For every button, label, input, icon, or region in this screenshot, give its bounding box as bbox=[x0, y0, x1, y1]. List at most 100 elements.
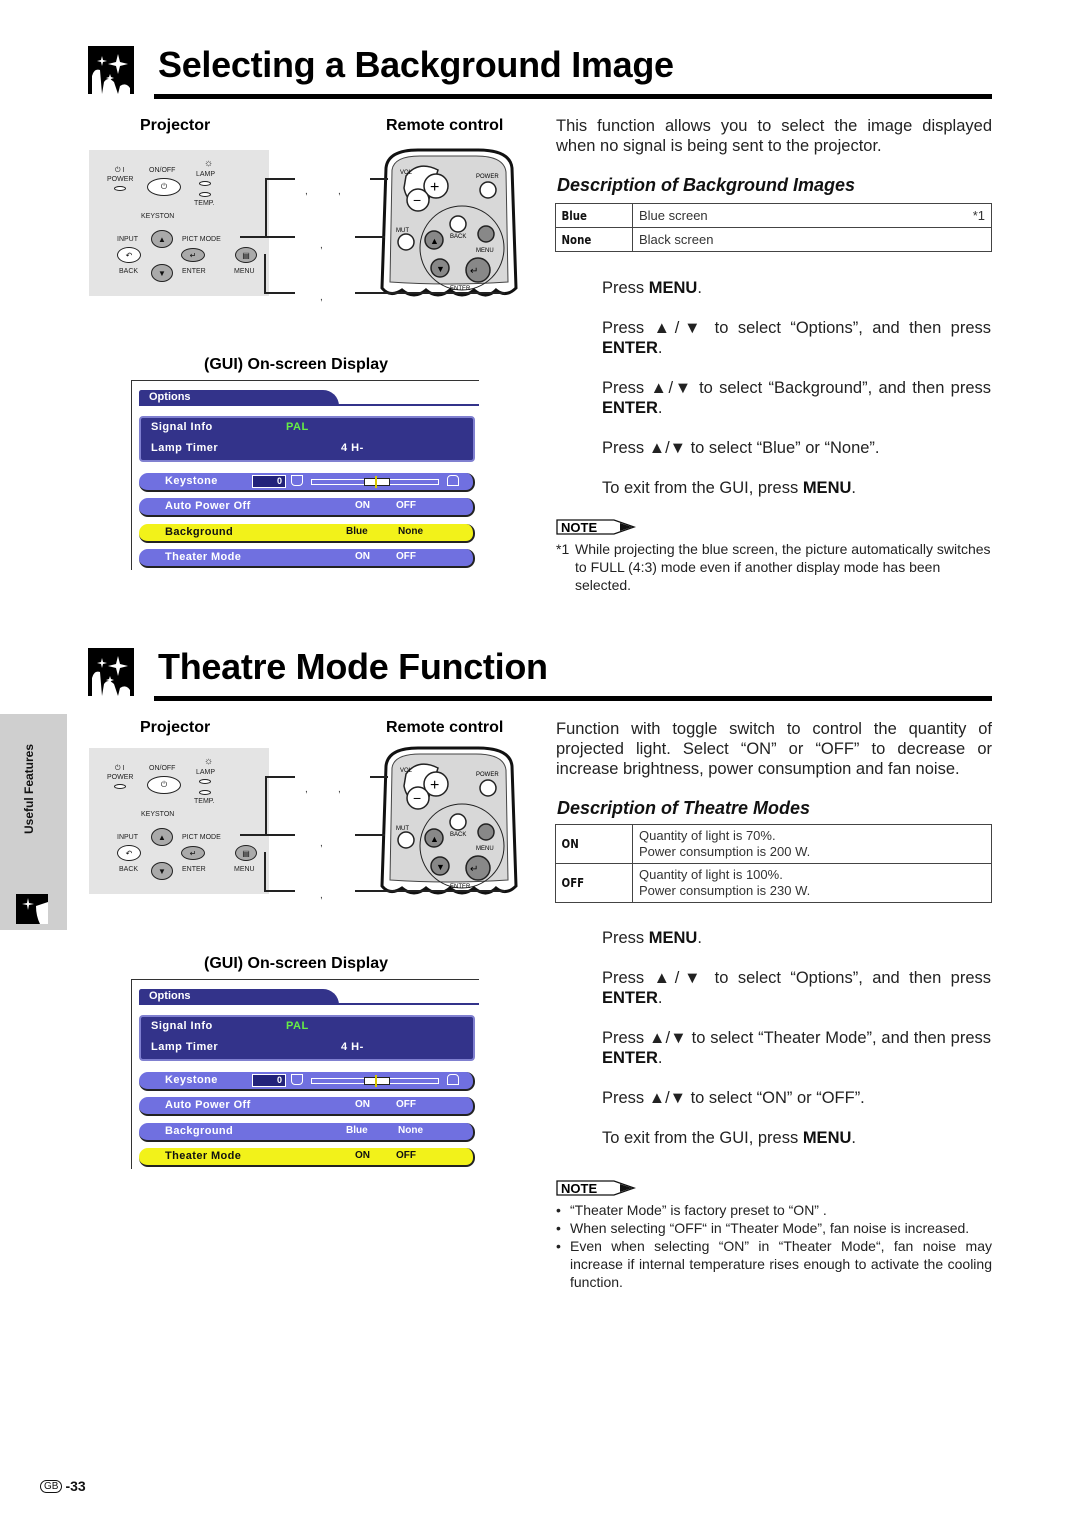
keystone-narrow-icon bbox=[291, 475, 303, 486]
keystone-slider[interactable] bbox=[311, 1075, 439, 1087]
menu-button[interactable]: ▤ bbox=[235, 247, 257, 263]
svg-text:BACK: BACK bbox=[450, 234, 466, 240]
lamp-led bbox=[199, 779, 211, 784]
power-symbol: ⏻ I bbox=[115, 167, 125, 174]
svg-text:▲: ▲ bbox=[430, 834, 439, 844]
svg-text:▼: ▼ bbox=[436, 862, 445, 872]
leader-line bbox=[240, 236, 295, 238]
table-row: Blue Blue screen *1 bbox=[555, 203, 992, 228]
step-5: To exit from the GUI, press MENU. bbox=[602, 479, 856, 497]
side-tab: Useful Features bbox=[0, 714, 67, 930]
lamp-icon: ☼ bbox=[204, 756, 214, 767]
keystone-wide-icon bbox=[447, 1074, 459, 1085]
svg-text:−: − bbox=[413, 790, 421, 806]
svg-text:▲: ▲ bbox=[430, 236, 439, 246]
leader-line bbox=[370, 178, 388, 180]
menu-item-auto-power-off[interactable]: Auto Power Off ON OFF bbox=[139, 498, 475, 517]
onoff-button[interactable]: ⏻ bbox=[147, 178, 181, 196]
intro-text: Function with toggle switch to control t… bbox=[556, 720, 992, 778]
options-tab[interactable]: Options bbox=[139, 390, 339, 406]
title-rule bbox=[154, 94, 992, 99]
back-label: BACK bbox=[119, 268, 139, 275]
lamp-timer-value: 4 H- bbox=[341, 442, 364, 454]
onoff-button[interactable]: ⏻ bbox=[147, 776, 181, 794]
menu-item-background[interactable]: Background Blue None bbox=[139, 524, 475, 543]
step-3: Press ▲/▼ to select “Background”, and th… bbox=[602, 379, 991, 417]
step-2: Press ▲/▼ to select “Options”, and then … bbox=[602, 319, 991, 357]
keystone-slider[interactable] bbox=[311, 476, 439, 488]
info-panel: Signal Info PAL Lamp Timer 4 H- bbox=[139, 416, 475, 462]
intro-text: This function allows you to select the i… bbox=[556, 117, 992, 155]
signal-info-value: PAL bbox=[286, 421, 309, 433]
menu-item-theater-mode[interactable]: Theater Mode ON OFF bbox=[139, 1148, 475, 1167]
keystone-up-button[interactable]: ▲ bbox=[151, 828, 173, 846]
leader-line bbox=[370, 776, 388, 778]
input-button[interactable]: ↶ bbox=[117, 845, 141, 861]
table-title: Description of Theatre Modes bbox=[557, 798, 811, 818]
menu-item-theater-mode[interactable]: Theater Mode ON OFF bbox=[139, 549, 475, 568]
remote-control-illustration: + − VOL POWER BACK MENU MUT ▲ ▼ ↵ ENTER bbox=[380, 148, 518, 297]
leader-line bbox=[264, 852, 266, 892]
onoff-label: ON/OFF bbox=[149, 167, 176, 174]
region-badge: GB bbox=[40, 1479, 63, 1493]
enter-button[interactable]: ↵ bbox=[181, 248, 205, 262]
svg-text:+: + bbox=[430, 179, 439, 196]
gui-display-label: (GUI) On-screen Display bbox=[204, 955, 389, 972]
note-badge: NOTE bbox=[556, 519, 636, 535]
keystone-down-button[interactable]: ▼ bbox=[151, 264, 173, 282]
table-row: ON Quantity of light is 70%. Power consum… bbox=[555, 824, 992, 864]
leader-line bbox=[265, 178, 295, 180]
leader-line bbox=[264, 890, 295, 892]
temp-label: TEMP. bbox=[194, 200, 215, 207]
gui-options-menu: Options Signal Info PAL Lamp Timer 4 H- … bbox=[131, 380, 479, 570]
power-led bbox=[114, 784, 126, 789]
leader-line bbox=[265, 178, 267, 238]
note-badge: NOTE bbox=[556, 1180, 636, 1196]
pict-mode-label: PICT MODE bbox=[182, 236, 221, 243]
signal-info-label: Signal Info bbox=[151, 421, 213, 433]
lamp-timer-label: Lamp Timer bbox=[151, 442, 219, 454]
projector-label: Projector bbox=[140, 719, 211, 736]
keystone-up-button[interactable]: ▲ bbox=[151, 230, 173, 248]
step-3: Press ▲/▼ to select “Theater Mode”, and … bbox=[602, 1029, 991, 1067]
lamp-icon: ☼ bbox=[204, 158, 214, 169]
input-button[interactable]: ↶ bbox=[117, 247, 141, 263]
menu-item-auto-power-off[interactable]: Auto Power Off ON OFF bbox=[139, 1097, 475, 1116]
remote-control-illustration: + − VOL POWER BACK MENU MUT ▲ ▼ ↵ ENTER bbox=[380, 746, 518, 895]
svg-text:↵: ↵ bbox=[470, 266, 478, 277]
enter-button[interactable]: ↵ bbox=[181, 846, 205, 860]
vol-label: VOL bbox=[400, 170, 413, 176]
section-heading-theatre: Theatre Mode Function bbox=[88, 646, 992, 708]
menu-item-keystone[interactable]: Keystone 0 bbox=[139, 473, 475, 492]
step-4: Press ▲/▼ to select “ON” or “OFF”. bbox=[602, 1089, 865, 1107]
svg-text:▼: ▼ bbox=[436, 264, 445, 274]
keystone-narrow-icon bbox=[291, 1074, 303, 1085]
menu-item-keystone[interactable]: Keystone 0 bbox=[139, 1072, 475, 1091]
menu-button[interactable]: ▤ bbox=[235, 845, 257, 861]
table-row: None Black screen bbox=[555, 227, 992, 252]
leader-line bbox=[355, 292, 505, 294]
section-heading-background: Selecting a Background Image bbox=[88, 44, 992, 106]
options-tab[interactable]: Options bbox=[139, 989, 339, 1005]
step-4: Press ▲/▼ to select “Blue” or “None”. bbox=[602, 439, 880, 457]
list-item: Even when selecting “ON” in “Theater Mod… bbox=[556, 1237, 992, 1291]
keystone-down-button[interactable]: ▼ bbox=[151, 862, 173, 880]
side-tab-label: Useful Features bbox=[22, 743, 36, 834]
svg-text:MENU: MENU bbox=[476, 248, 494, 254]
section-title: Theatre Mode Function bbox=[158, 646, 548, 687]
remote-control-label: Remote control bbox=[386, 117, 504, 134]
svg-text:MENU: MENU bbox=[476, 846, 494, 852]
page-number: GB -33 bbox=[40, 1478, 86, 1494]
step-1: Press MENU. bbox=[602, 929, 702, 947]
svg-text:VOL: VOL bbox=[400, 768, 413, 774]
menu-item-background[interactable]: Background Blue None bbox=[139, 1123, 475, 1142]
leader-line bbox=[355, 834, 385, 836]
sparkle-hand-icon bbox=[88, 648, 134, 696]
lamp-label: LAMP bbox=[196, 171, 216, 178]
power-led bbox=[114, 186, 126, 191]
theatre-modes-table: ON Quantity of light is 70%. Power consum… bbox=[555, 824, 992, 903]
info-panel: Signal Info PAL Lamp Timer 4 H- bbox=[139, 1015, 475, 1061]
footnote: *1 While projecting the blue screen, the… bbox=[556, 541, 991, 593]
svg-text:POWER: POWER bbox=[476, 772, 499, 778]
step-2: Press ▲/▼ to select “Options”, and then … bbox=[602, 969, 991, 1007]
